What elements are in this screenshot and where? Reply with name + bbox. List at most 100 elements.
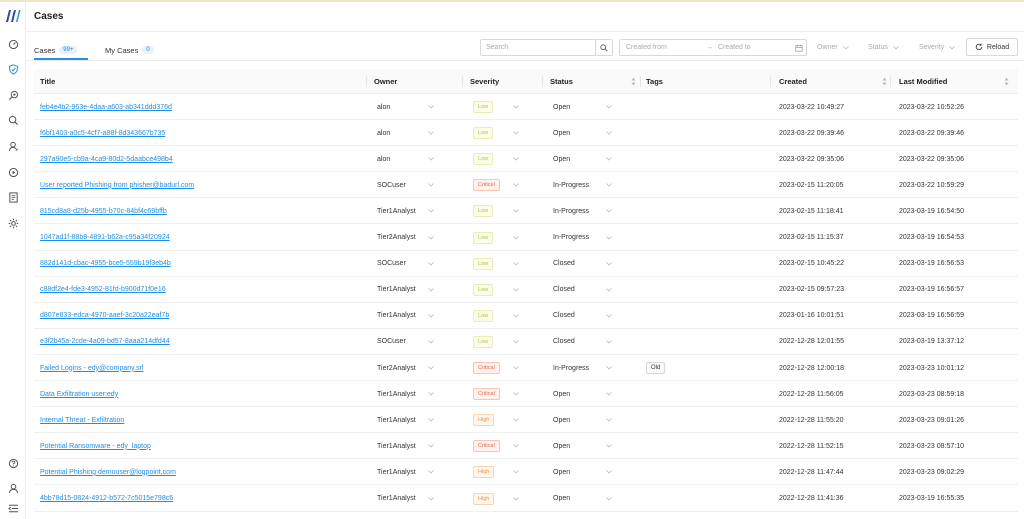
- status-dropdown[interactable]: [606, 303, 612, 329]
- status-dropdown[interactable]: [606, 198, 612, 224]
- case-title-link[interactable]: Internal Threat - Exfiltration: [40, 407, 124, 433]
- status-dropdown[interactable]: [606, 433, 612, 459]
- severity-dropdown[interactable]: [513, 381, 519, 407]
- search-input[interactable]: Search: [480, 39, 596, 56]
- case-title-link[interactable]: 297a90e5-cb9a-4ca9-80d2-5daabce498b4: [40, 146, 173, 172]
- status-dropdown[interactable]: [606, 94, 612, 120]
- report-icon[interactable]: [6, 190, 20, 204]
- case-title-link[interactable]: User reported Phishing from phisher@badu…: [40, 172, 194, 198]
- severity-dropdown[interactable]: [513, 172, 519, 198]
- severity-dropdown[interactable]: [513, 146, 519, 172]
- owner-dropdown[interactable]: [428, 172, 434, 198]
- brand-logo[interactable]: [5, 9, 21, 23]
- owner-dropdown[interactable]: [428, 251, 434, 277]
- owner-dropdown[interactable]: [428, 198, 434, 224]
- owner-dropdown[interactable]: [428, 459, 434, 485]
- column-header-title[interactable]: Title: [40, 69, 55, 94]
- tag-badge[interactable]: Old: [646, 362, 666, 374]
- severity-dropdown[interactable]: [513, 225, 519, 251]
- case-title-link[interactable]: Potential Ransomware - edy_laptop: [40, 433, 151, 459]
- sort-icon[interactable]: [882, 77, 887, 86]
- status-filter-select[interactable]: Status: [868, 39, 899, 56]
- case-title-link[interactable]: 4bb78d15-0824-4912-b572-7c5015e798c6: [40, 486, 173, 512]
- status-dropdown[interactable]: [606, 381, 612, 407]
- severity-dropdown[interactable]: [513, 486, 519, 512]
- sort-icon[interactable]: [1004, 77, 1009, 86]
- status-dropdown[interactable]: [606, 225, 612, 251]
- owner-dropdown[interactable]: [428, 486, 434, 512]
- status-dropdown[interactable]: [606, 459, 612, 485]
- search-icon[interactable]: [6, 113, 20, 127]
- severity-filter-select[interactable]: Severity: [919, 39, 956, 56]
- severity-dropdown[interactable]: [513, 94, 519, 120]
- table-row[interactable]: User reported Phishing from phisher@badu…: [34, 172, 1018, 199]
- status-dropdown[interactable]: [606, 251, 612, 277]
- play-circle-icon[interactable]: [6, 165, 20, 179]
- status-dropdown[interactable]: [606, 486, 612, 512]
- case-title-link[interactable]: feb4e4b2-963e-4daa-a603-ab341ddd376d: [40, 94, 172, 120]
- table-row[interactable]: Data Exfiltration user:edy Tier1Analyst Cr…: [34, 381, 1018, 408]
- owner-dropdown[interactable]: [428, 94, 434, 120]
- severity-dropdown[interactable]: [513, 198, 519, 224]
- owner-dropdown[interactable]: [428, 277, 434, 303]
- table-row[interactable]: feb4e4b2-963e-4daa-a603-ab341ddd376d alon…: [34, 94, 1018, 120]
- severity-dropdown[interactable]: [513, 355, 519, 381]
- table-row[interactable]: Internal Threat - Exfiltration Tier1Analy…: [34, 407, 1018, 434]
- status-dropdown[interactable]: [606, 120, 612, 146]
- severity-dropdown[interactable]: [513, 120, 519, 146]
- owner-dropdown[interactable]: [428, 303, 434, 329]
- case-title-link[interactable]: f6bf1403-a0c5-4cf7-a88f-8d343667b735: [40, 120, 165, 146]
- status-dropdown[interactable]: [606, 277, 612, 303]
- created-to-input[interactable]: Created to: [718, 44, 751, 51]
- search-button[interactable]: [595, 39, 613, 56]
- owner-dropdown[interactable]: [428, 225, 434, 251]
- menu-collapse-icon[interactable]: [6, 501, 20, 515]
- table-row[interactable]: f6bf1403-a0c5-4cf7-a88f-8d343667b735 alon…: [34, 120, 1018, 147]
- status-dropdown[interactable]: [606, 355, 612, 381]
- case-title-link[interactable]: e3f2b45a-2cde-4a09-bd57-8aaa214dfd44: [40, 329, 170, 355]
- table-row[interactable]: e3f2b45a-2cde-4a09-bd57-8aaa214dfd44 SOCu…: [34, 329, 1018, 355]
- case-title-link[interactable]: 882d141d-cbac-4955-bce5-559b19f3eb4b: [40, 251, 171, 277]
- status-dropdown[interactable]: [606, 172, 612, 198]
- table-row[interactable]: Failed Logins - edy@company.srl Tier2Anal…: [34, 355, 1018, 381]
- status-dropdown[interactable]: [606, 329, 612, 355]
- severity-dropdown[interactable]: [513, 459, 519, 485]
- table-row[interactable]: Potential Ransomware - edy_laptop Tier1An…: [34, 433, 1018, 460]
- search-zoom-icon[interactable]: [6, 88, 20, 102]
- owner-dropdown[interactable]: [428, 433, 434, 459]
- column-header-last-modified[interactable]: Last Modified: [899, 69, 947, 94]
- help-icon[interactable]: [6, 456, 20, 470]
- table-row[interactable]: Potential Phishing demouser@logpoint.com…: [34, 459, 1018, 486]
- column-header-status[interactable]: Status: [550, 69, 573, 94]
- table-row[interactable]: 815cd8a8-d25b-4955-b70c-84bf4c69bffb Tier…: [34, 198, 1018, 225]
- column-header-tags[interactable]: Tags: [646, 69, 663, 94]
- owner-dropdown[interactable]: [428, 120, 434, 146]
- severity-dropdown[interactable]: [513, 277, 519, 303]
- owner-dropdown[interactable]: [428, 407, 434, 433]
- column-header-created[interactable]: Created: [779, 69, 807, 94]
- severity-dropdown[interactable]: [513, 251, 519, 277]
- case-title-link[interactable]: Data Exfiltration user:edy: [40, 381, 118, 407]
- dashboard-icon[interactable]: [6, 37, 20, 51]
- column-header-owner[interactable]: Owner: [374, 69, 397, 94]
- tab-cases[interactable]: Cases 99+: [34, 42, 78, 58]
- owner-dropdown[interactable]: [428, 146, 434, 172]
- table-row[interactable]: 297a90e5-cb9a-4ca9-80d2-5daabce498b4 alon…: [34, 146, 1018, 173]
- case-title-link[interactable]: d807e833-edca-4970-aaef-3c20a22eaf7b: [40, 303, 169, 329]
- sort-icon[interactable]: [631, 77, 636, 86]
- severity-dropdown[interactable]: [513, 329, 519, 355]
- severity-dropdown[interactable]: [513, 407, 519, 433]
- owner-dropdown[interactable]: [428, 381, 434, 407]
- case-title-link[interactable]: c88df2e4-fde3-4952-81fd-b900d71f0e16: [40, 277, 166, 303]
- table-row[interactable]: 882d141d-cbac-4955-bce5-559b19f3eb4b SOCu…: [34, 251, 1018, 277]
- table-row[interactable]: d807e833-edca-4970-aaef-3c20a22eaf7b Tier…: [34, 303, 1018, 329]
- status-dropdown[interactable]: [606, 407, 612, 433]
- table-row[interactable]: 4bb78d15-0824-4912-b572-7c5015e798c6 Tier…: [34, 486, 1018, 512]
- created-date-range-picker[interactable]: Created from → Created to: [619, 39, 807, 56]
- severity-dropdown[interactable]: [513, 303, 519, 329]
- case-title-link[interactable]: Failed Logins - edy@company.srl: [40, 355, 143, 381]
- table-row[interactable]: c88df2e4-fde3-4952-81fd-b900d71f0e16 Tier…: [34, 277, 1018, 303]
- settings-icon[interactable]: [6, 216, 20, 230]
- severity-dropdown[interactable]: [513, 433, 519, 459]
- owner-filter-select[interactable]: Owner: [817, 39, 849, 56]
